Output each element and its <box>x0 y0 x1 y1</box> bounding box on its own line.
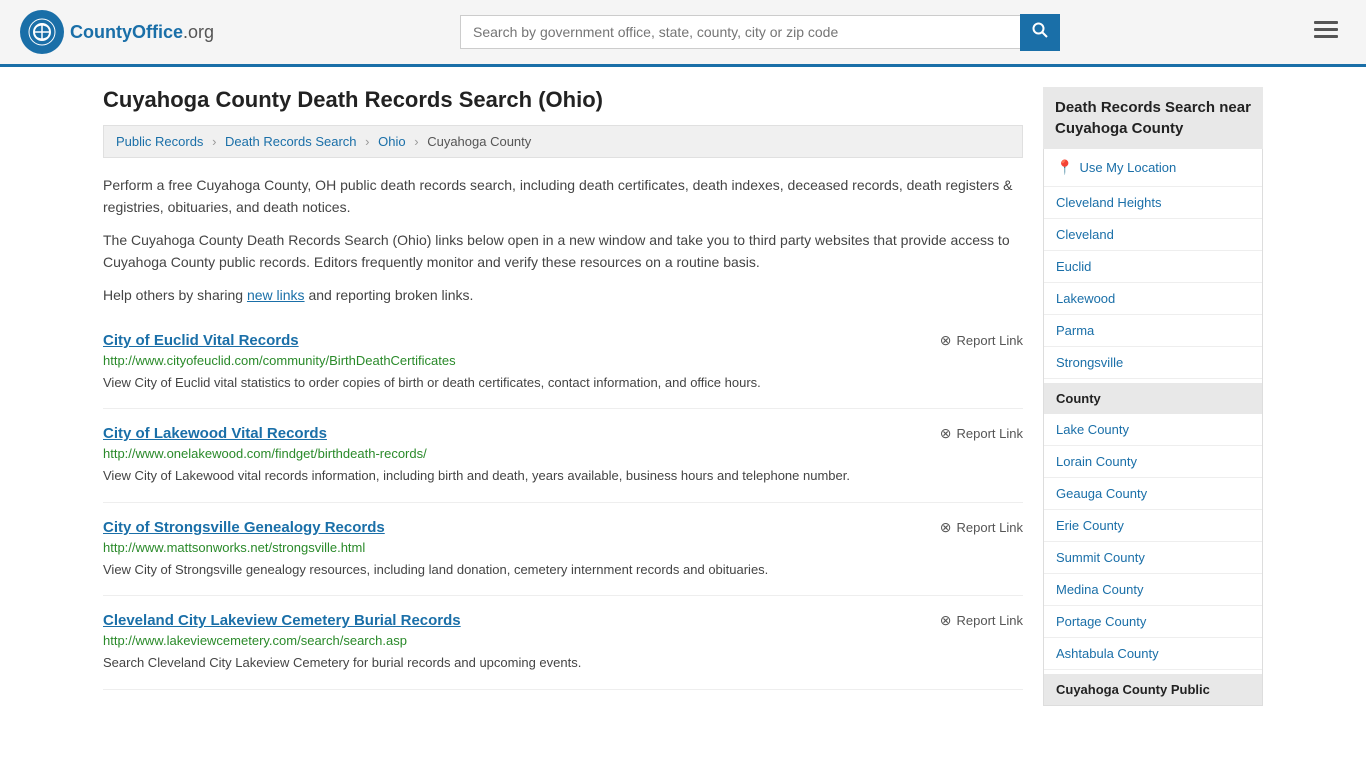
logo-domain: .org <box>183 22 214 42</box>
sidebar-city-link[interactable]: Strongsville <box>1044 347 1262 379</box>
search-input[interactable] <box>460 15 1020 49</box>
sidebar-county-link[interactable]: Summit County <box>1044 542 1262 574</box>
record-header: City of Euclid Vital Records ⊗ Report Li… <box>103 332 1023 349</box>
breadcrumb-sep-2: › <box>365 134 369 149</box>
new-links-link[interactable]: new links <box>247 287 305 303</box>
record-url[interactable]: http://www.lakeviewcemetery.com/search/s… <box>103 633 1023 648</box>
county-section-header: County <box>1044 383 1262 414</box>
records-list: City of Euclid Vital Records ⊗ Report Li… <box>103 316 1023 690</box>
sidebar-content: 📍 Use My Location Cleveland HeightsCleve… <box>1043 149 1263 706</box>
search-bar-area <box>460 14 1060 51</box>
report-link[interactable]: ⊗ Report Link <box>940 332 1023 349</box>
record-url[interactable]: http://www.mattsonworks.net/strongsville… <box>103 540 1023 555</box>
record-item: Cleveland City Lakeview Cemetery Burial … <box>103 596 1023 690</box>
sidebar-city-link[interactable]: Lakewood <box>1044 283 1262 315</box>
report-link[interactable]: ⊗ Report Link <box>940 612 1023 629</box>
sidebar-city-link[interactable]: Euclid <box>1044 251 1262 283</box>
sidebar-title: Death Records Search near Cuyahoga Count… <box>1043 87 1263 149</box>
report-icon: ⊗ <box>940 612 952 629</box>
breadcrumb-sep-1: › <box>212 134 216 149</box>
record-header: City of Strongsville Genealogy Records ⊗… <box>103 519 1023 536</box>
search-button[interactable] <box>1020 14 1060 51</box>
sidebar-county-link[interactable]: Medina County <box>1044 574 1262 606</box>
sidebar-county-link[interactable]: Lorain County <box>1044 446 1262 478</box>
description-3: Help others by sharing new links and rep… <box>103 284 1023 306</box>
report-link[interactable]: ⊗ Report Link <box>940 519 1023 536</box>
sidebar-city-link[interactable]: Cleveland <box>1044 219 1262 251</box>
record-title[interactable]: City of Lakewood Vital Records <box>103 425 327 442</box>
sidebar: Death Records Search near Cuyahoga Count… <box>1043 87 1263 706</box>
logo-icon <box>20 10 64 54</box>
sidebar-city-link[interactable]: Cleveland Heights <box>1044 187 1262 219</box>
report-icon: ⊗ <box>940 425 952 442</box>
desc3-prefix: Help others by sharing <box>103 287 247 303</box>
sidebar-county-link[interactable]: Geauga County <box>1044 478 1262 510</box>
sidebar-city-link[interactable]: Parma <box>1044 315 1262 347</box>
record-header: Cleveland City Lakeview Cemetery Burial … <box>103 612 1023 629</box>
logo-area: CountyOffice.org <box>20 10 214 54</box>
breadcrumb-death-records[interactable]: Death Records Search <box>225 134 357 149</box>
menu-button[interactable] <box>1306 15 1346 49</box>
breadcrumb: Public Records › Death Records Search › … <box>103 125 1023 158</box>
record-url[interactable]: http://www.cityofeuclid.com/community/Bi… <box>103 353 1023 368</box>
breadcrumb-current: Cuyahoga County <box>427 134 531 149</box>
report-link-label: Report Link <box>957 333 1023 348</box>
desc3-suffix: and reporting broken links. <box>305 287 474 303</box>
breadcrumb-ohio[interactable]: Ohio <box>378 134 405 149</box>
sidebar-county-link[interactable]: Lake County <box>1044 414 1262 446</box>
content-area: Cuyahoga County Death Records Search (Oh… <box>103 87 1023 706</box>
description-1: Perform a free Cuyahoga County, OH publi… <box>103 174 1023 219</box>
record-item: City of Euclid Vital Records ⊗ Report Li… <box>103 316 1023 410</box>
record-title[interactable]: City of Strongsville Genealogy Records <box>103 519 385 536</box>
record-description: View City of Strongsville genealogy reso… <box>103 560 1023 580</box>
record-description: Search Cleveland City Lakeview Cemetery … <box>103 653 1023 673</box>
record-title[interactable]: City of Euclid Vital Records <box>103 332 299 349</box>
main-container: Cuyahoga County Death Records Search (Oh… <box>83 67 1283 726</box>
report-link[interactable]: ⊗ Report Link <box>940 425 1023 442</box>
use-my-location-label: Use My Location <box>1079 160 1176 175</box>
sidebar-county-link[interactable]: Ashtabula County <box>1044 638 1262 670</box>
public-records-section-header: Cuyahoga County Public <box>1044 674 1262 705</box>
report-link-label: Report Link <box>957 426 1023 441</box>
report-link-label: Report Link <box>957 520 1023 535</box>
sidebar-county-link[interactable]: Erie County <box>1044 510 1262 542</box>
use-my-location[interactable]: 📍 Use My Location <box>1044 149 1262 187</box>
logo-text: CountyOffice.org <box>70 22 214 43</box>
record-item: City of Strongsville Genealogy Records ⊗… <box>103 503 1023 597</box>
report-icon: ⊗ <box>940 519 952 536</box>
report-link-label: Report Link <box>957 613 1023 628</box>
record-description: View City of Lakewood vital records info… <box>103 466 1023 486</box>
record-url[interactable]: http://www.onelakewood.com/findget/birth… <box>103 446 1023 461</box>
breadcrumb-sep-3: › <box>414 134 418 149</box>
report-icon: ⊗ <box>940 332 952 349</box>
page-title: Cuyahoga County Death Records Search (Oh… <box>103 87 1023 113</box>
sidebar-county-link[interactable]: Portage County <box>1044 606 1262 638</box>
record-title[interactable]: Cleveland City Lakeview Cemetery Burial … <box>103 612 461 629</box>
header: CountyOffice.org <box>0 0 1366 67</box>
logo-name: CountyOffice <box>70 22 183 42</box>
record-description: View City of Euclid vital statistics to … <box>103 373 1023 393</box>
record-header: City of Lakewood Vital Records ⊗ Report … <box>103 425 1023 442</box>
location-pin-icon: 📍 <box>1056 159 1073 176</box>
record-item: City of Lakewood Vital Records ⊗ Report … <box>103 409 1023 503</box>
breadcrumb-public-records[interactable]: Public Records <box>116 134 203 149</box>
description-2: The Cuyahoga County Death Records Search… <box>103 229 1023 274</box>
